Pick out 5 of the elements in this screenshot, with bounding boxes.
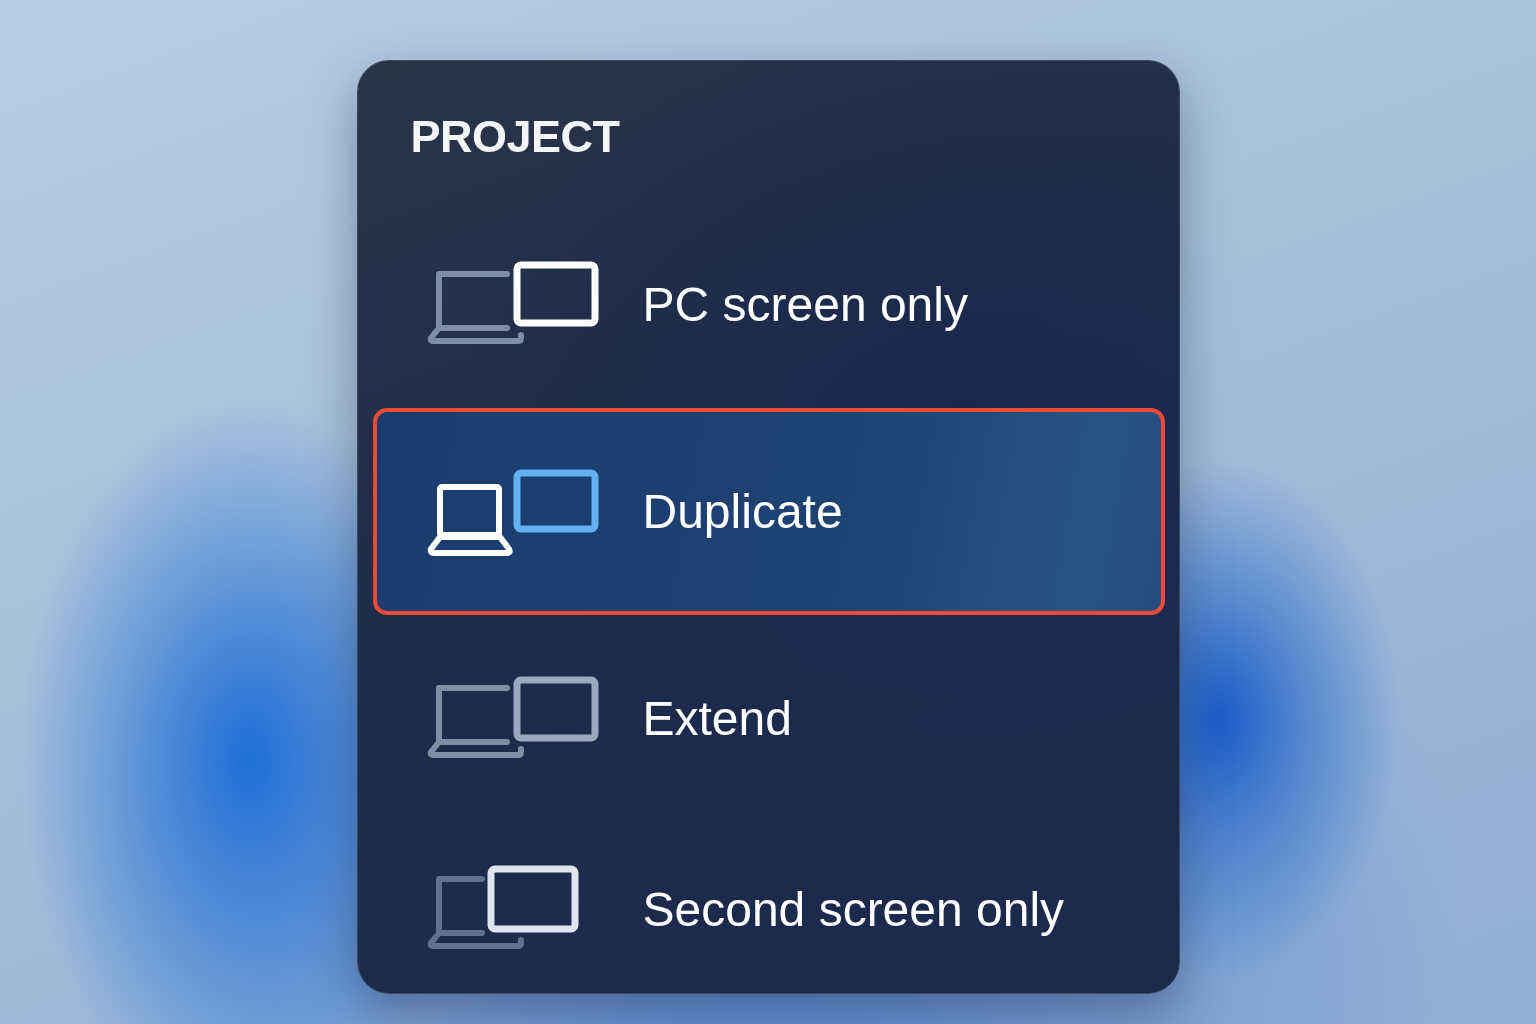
- project-option[interactable]: Duplicate: [372, 408, 1165, 615]
- flyout-title: PROJECT: [410, 110, 620, 164]
- project-option[interactable]: Second screen only: [372, 822, 1165, 993]
- project-option[interactable]: PC screen only: [372, 201, 1165, 408]
- project-option[interactable]: Extend: [372, 615, 1165, 822]
